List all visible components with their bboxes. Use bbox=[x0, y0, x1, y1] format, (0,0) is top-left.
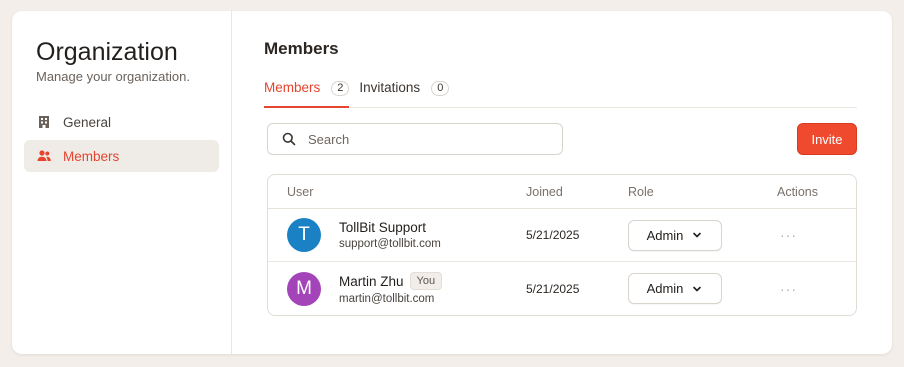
joined-date: 5/21/2025 bbox=[526, 228, 580, 242]
sidebar: Organization Manage your organization. G… bbox=[12, 11, 232, 354]
sidebar-item-general[interactable]: General bbox=[24, 106, 219, 138]
tab-count-badge: 2 bbox=[331, 81, 350, 96]
user-cell: M Martin Zhu You martin@tollbit.com bbox=[268, 271, 526, 306]
table-row: M Martin Zhu You martin@tollbit.com 5/21… bbox=[268, 262, 856, 315]
search-box bbox=[267, 123, 563, 155]
tab-label: Members bbox=[264, 80, 321, 95]
invite-button[interactable]: Invite bbox=[797, 123, 857, 155]
chevron-down-icon bbox=[691, 229, 703, 241]
toolbar: Invite bbox=[264, 123, 857, 155]
chevron-down-icon bbox=[691, 283, 703, 295]
you-badge: You bbox=[409, 272, 443, 290]
user-email: martin@tollbit.com bbox=[339, 293, 435, 305]
tab-count-badge: 0 bbox=[431, 81, 450, 96]
building-icon bbox=[36, 114, 52, 130]
avatar: M bbox=[287, 271, 321, 306]
role-dropdown[interactable]: Admin bbox=[628, 219, 722, 251]
user-cell: T TollBit Support support@tollbit.com bbox=[268, 218, 526, 252]
search-input[interactable] bbox=[308, 131, 538, 147]
members-table: User Joined Role Actions T TollBit Suppo… bbox=[267, 174, 857, 316]
user-name-line: Martin Zhu You bbox=[339, 272, 443, 290]
column-header-user: User bbox=[287, 184, 314, 199]
sidebar-subtitle: Manage your organization. bbox=[36, 69, 190, 84]
sidebar-title: Organization bbox=[36, 38, 178, 66]
user-name: TollBit Support bbox=[339, 220, 427, 235]
tab-invitations[interactable]: Invitations 0 bbox=[359, 79, 450, 108]
user-name-line: TollBit Support bbox=[339, 220, 441, 235]
table-header: User Joined Role Actions bbox=[268, 175, 856, 209]
sidebar-item-label: Members bbox=[63, 148, 120, 164]
tab-label: Invitations bbox=[359, 80, 421, 95]
actions-cell: ··· bbox=[777, 281, 856, 297]
users-icon bbox=[36, 148, 52, 164]
tab-bar: Members 2 Invitations 0 bbox=[264, 79, 857, 108]
column-header-actions: Actions bbox=[777, 184, 818, 199]
more-actions-icon[interactable]: ··· bbox=[780, 227, 797, 243]
column-header-role: Role bbox=[628, 184, 654, 199]
avatar: T bbox=[287, 218, 321, 252]
role-cell: Admin bbox=[628, 273, 777, 304]
role-cell: Admin bbox=[628, 219, 777, 251]
role-value: Admin bbox=[646, 227, 684, 243]
page-title: Members bbox=[264, 39, 339, 58]
table-row: T TollBit Support support@tollbit.com 5/… bbox=[268, 209, 856, 262]
search-icon bbox=[281, 131, 297, 147]
user-name: Martin Zhu bbox=[339, 273, 404, 289]
sidebar-item-label: General bbox=[63, 114, 112, 130]
tab-members[interactable]: Members 2 bbox=[264, 79, 350, 108]
column-header-joined: Joined bbox=[526, 184, 563, 199]
user-email: support@tollbit.com bbox=[339, 238, 441, 250]
role-dropdown[interactable]: Admin bbox=[628, 273, 722, 304]
joined-date: 5/21/2025 bbox=[526, 281, 580, 296]
sidebar-item-members[interactable]: Members bbox=[24, 140, 219, 172]
members-section: Members Members 2 Invitations 0 Invite bbox=[232, 11, 892, 354]
more-actions-icon[interactable]: ··· bbox=[780, 281, 797, 297]
role-value: Admin bbox=[646, 281, 684, 296]
actions-cell: ··· bbox=[777, 227, 856, 243]
sidebar-nav: General Members bbox=[24, 106, 219, 172]
organization-panel: Organization Manage your organization. G… bbox=[12, 11, 892, 354]
